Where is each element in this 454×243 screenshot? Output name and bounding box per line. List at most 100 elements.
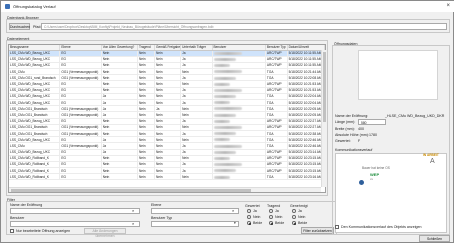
search-icon: ⌕: [132, 221, 135, 226]
genehmigt-beide-label: Beide: [298, 221, 308, 225]
reset-filter-button[interactable]: Filter zurücksetzen: [301, 227, 334, 234]
level-filter-label: Ebene: [151, 203, 162, 207]
redacted-user-name: [213, 70, 242, 74]
gewertet-ja-label: Ja: [253, 209, 257, 213]
window-title: Öffnungskatalog Verlauf: [13, 4, 56, 9]
comm-label: Kommunikationsverlauf: [335, 148, 373, 152]
openings-table: Bezugsname Ebene Von Allen Gewertung? Tr…: [8, 44, 326, 193]
table-body: LSS_CMu WD_Bezug_UKC EG Nein Nein Nein Ja ARC/…: [9, 50, 325, 181]
length-value: 580: [361, 121, 367, 125]
redacted-user-name: [213, 150, 236, 154]
redacted-user-name: [213, 169, 236, 173]
edited-only-label: Nur bearbeitete Öffnung anzeigen: [16, 229, 71, 233]
redacted-user-name: [213, 144, 242, 148]
a4-icon: A: [430, 158, 435, 165]
name-filter-label: Name der Eröffnung: [10, 203, 43, 207]
genehmigt-beide-radio[interactable]: [292, 221, 296, 225]
redacted-user-name: [213, 113, 236, 117]
gewertet-label: Gewertet: [245, 204, 260, 208]
path-field[interactable]: C:\Users\user\Dropbox\Desktop\BIM_Konfig…: [41, 23, 447, 30]
detail-value: 400: [358, 127, 364, 131]
scroll-thumb[interactable]: [323, 52, 326, 122]
close-icon[interactable]: ×: [446, 3, 450, 9]
redacted-user-name: [213, 101, 230, 105]
redacted-user-name: [213, 51, 242, 55]
comm-history-panel: [335, 153, 447, 233]
table-row[interactable]: LSS_CMu WD_Rollband_K EG Nein Nein Nein Nein T…: [9, 173, 325, 181]
redacted-user-name: [213, 82, 230, 86]
detail-label: Länge (mm):: [335, 120, 356, 124]
comm-subtitle: Bauer hat keine OS: [362, 166, 390, 170]
apply-changes-button[interactable]: Alle Änderungen übernehmen: [84, 228, 126, 238]
tragend-label: Tragend: [267, 204, 281, 208]
redacted-user-name: [213, 57, 236, 61]
show-comm-history-label: Den Kommunikationsverlauf des Objekts an…: [341, 225, 422, 229]
gewertet-ja-radio[interactable]: [247, 209, 251, 213]
redacted-user-name: [213, 119, 230, 123]
redacted-user-name: [213, 107, 242, 111]
redacted-user-name: [213, 138, 230, 142]
redacted-user-name: [213, 126, 242, 129]
table-cell: Nein: [180, 173, 213, 181]
browse-button[interactable]: Durchsuchen: [9, 23, 30, 30]
edited-only-checkbox[interactable]: [10, 229, 14, 233]
search-icon: ⌕: [132, 208, 135, 213]
detail-label: Absolute Höhe (mm):: [335, 133, 369, 137]
gewertet-nein-radio[interactable]: [247, 215, 251, 219]
gewertet-beide-label: Beide: [253, 221, 263, 225]
redacted-user-name: [213, 163, 242, 167]
length-field[interactable]: 580: [358, 119, 386, 125]
table-cell: [212, 173, 266, 181]
genehmigt-ja-label: Ja: [298, 209, 302, 213]
genehmigt-ja-radio[interactable]: [292, 209, 296, 213]
close-button[interactable]: Schließen: [419, 235, 450, 242]
chevron-down-icon: ▾: [234, 221, 236, 225]
genehmigt-label: Genehmigt: [290, 204, 308, 208]
tragend-ja-radio[interactable]: [269, 209, 273, 213]
redacted-user-name: [213, 95, 236, 99]
table-cell: Nein: [154, 173, 182, 181]
openings-grid: Bezugsname Ebene Von Allen Gewertung? Tr…: [9, 45, 325, 181]
table-cell: Nein: [101, 173, 138, 181]
detail-label: Gewertet:: [335, 139, 351, 143]
app-icon: [5, 4, 10, 9]
detail-label: Breite (mm):: [335, 127, 355, 131]
table-cell: TGA: [265, 173, 288, 181]
main-window: Öffnungskatalog Verlauf × Datenbank-Brow…: [0, 0, 454, 243]
redacted-user-name: [213, 88, 242, 92]
tragend-nein-radio[interactable]: [269, 215, 273, 219]
user-type-filter-label: Benutzer Typ: [151, 216, 173, 220]
redacted-user-name: [213, 175, 230, 179]
search-icon: ⌕: [232, 208, 235, 213]
redacted-user-name: [213, 64, 230, 68]
table-horizontal-scrollbar[interactable]: [9, 187, 321, 192]
level-filter-input[interactable]: [151, 208, 239, 214]
gewertet-nein-label: Nein: [253, 215, 261, 219]
table-vertical-scrollbar[interactable]: [321, 50, 326, 187]
scroll-thumb[interactable]: [11, 189, 251, 192]
user-filter-input[interactable]: [10, 221, 140, 227]
table-cell: Nein: [137, 173, 156, 181]
title-bar: Öffnungskatalog Verlauf ×: [1, 1, 454, 12]
opening-preview: [358, 50, 438, 100]
redacted-user-name: [213, 156, 230, 160]
table-cell: LSS_CMu WD_Rollband_K: [9, 173, 61, 181]
detail-value: F: [358, 139, 361, 143]
table-cell: EG: [59, 173, 102, 181]
genehmigt-nein-radio[interactable]: [292, 215, 296, 219]
name-filter-input[interactable]: [10, 208, 140, 214]
detail-label: Name der Eröffnung:: [335, 114, 369, 118]
genehmigt-nein-label: Nein: [298, 215, 306, 219]
comm-user-avatar: [359, 180, 409, 185]
user-filter-label: Benutzer: [10, 216, 25, 220]
tragend-beide-radio[interactable]: [269, 221, 273, 225]
detail-value: 1780: [369, 133, 377, 137]
path-value: C:\Users\user\Dropbox\Desktop\BIM_Konfig…: [44, 25, 214, 29]
redacted-user-name: [213, 76, 236, 80]
table-cell: 5/18/2022 10:23:16 AM: [287, 173, 325, 181]
gewertet-beide-radio[interactable]: [247, 221, 251, 225]
show-comm-history-checkbox[interactable]: [335, 225, 339, 229]
user-type-select[interactable]: [151, 221, 239, 227]
tragend-ja-label: Ja: [275, 209, 279, 213]
detail-value: _HLSE_CMu WD_Bezug_UKD_DKR: [385, 114, 445, 118]
